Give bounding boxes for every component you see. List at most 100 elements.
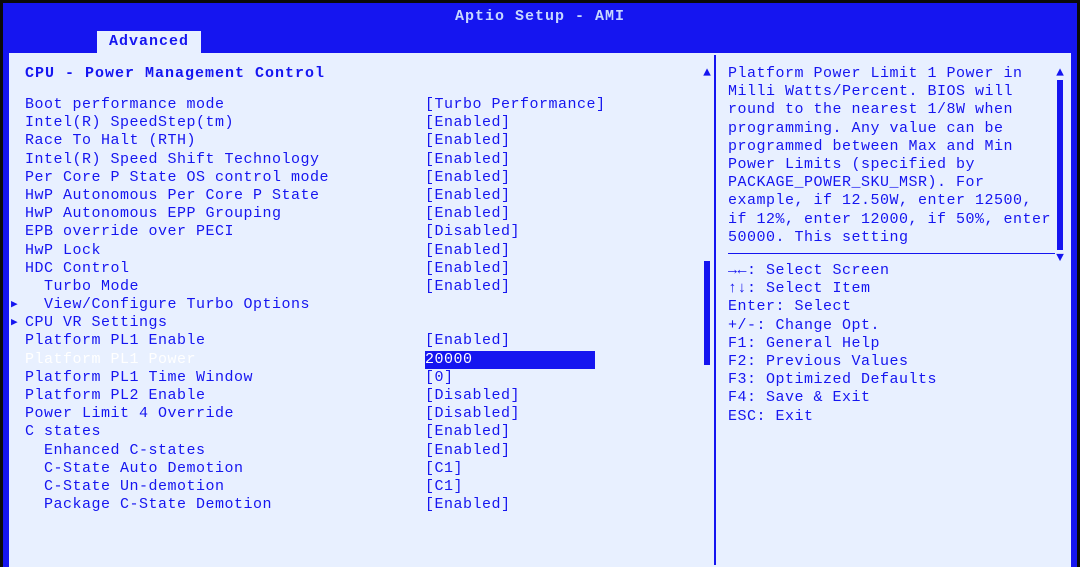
setting-label: HwP Autonomous EPP Grouping (25, 205, 425, 223)
scroll-up-icon[interactable]: ▲ (1056, 65, 1064, 80)
settings-list: Boot performance mode[Turbo Performance]… (25, 96, 708, 514)
setting-label: Enhanced C-states (25, 442, 425, 460)
setting-row[interactable]: CPU VR Settings▶ (25, 314, 708, 332)
legend-line: F3: Optimized Defaults (728, 371, 1055, 389)
setting-value: [Enabled] (425, 151, 595, 169)
setting-value: [Enabled] (425, 423, 595, 441)
scroll-up-icon[interactable]: ▲ (703, 65, 711, 80)
section-title: CPU - Power Management Control (25, 65, 708, 82)
setting-row[interactable]: Platform PL1 Time Window[0] (25, 369, 708, 387)
setting-label: Race To Halt (RTH) (25, 132, 425, 150)
setting-value: [Disabled] (425, 223, 595, 241)
setting-row[interactable]: C states[Enabled] (25, 423, 708, 441)
setting-label: C-State Auto Demotion (25, 460, 425, 478)
setting-label: Platform PL1 Time Window (25, 369, 425, 387)
setting-label: Turbo Mode (25, 278, 425, 296)
setting-value: [Turbo Performance] (425, 96, 595, 114)
setting-value: [Enabled] (425, 114, 595, 132)
setting-row[interactable]: Race To Halt (RTH)[Enabled] (25, 132, 708, 150)
setting-row[interactable]: View/Configure Turbo Options▶ (25, 296, 708, 314)
legend-line: Enter: Select (728, 298, 1055, 316)
scrollbar-left[interactable]: ▲ (702, 65, 712, 555)
setting-value: [0] (425, 369, 595, 387)
setting-row[interactable]: C-State Un-demotion[C1] (25, 478, 708, 496)
title-text: Aptio Setup - AMI (455, 8, 625, 25)
legend-line: ESC: Exit (728, 408, 1055, 426)
setting-label: HDC Control (25, 260, 425, 278)
tab-label: Advanced (109, 33, 189, 50)
setting-row[interactable]: Platform PL1 Power20000 (25, 351, 708, 369)
setting-row[interactable]: Platform PL1 Enable[Enabled] (25, 332, 708, 350)
setting-value: [Enabled] (425, 278, 595, 296)
scroll-thumb[interactable] (1057, 80, 1063, 250)
setting-label: EPB override over PECI (25, 223, 425, 241)
scroll-track[interactable] (1057, 80, 1063, 250)
key-legend: →←: Select Screen↑↓: Select ItemEnter: S… (728, 262, 1055, 555)
settings-pane[interactable]: CPU - Power Management Control Boot perf… (11, 55, 716, 565)
setting-row[interactable]: Turbo Mode[Enabled] (25, 278, 708, 296)
submenu-caret-icon: ▶ (11, 296, 18, 314)
tab-advanced[interactable]: Advanced (97, 31, 201, 53)
setting-label: Package C-State Demotion (25, 496, 425, 514)
help-pane: Platform Power Limit 1 Power in Milli Wa… (716, 55, 1069, 565)
setting-label: Platform PL2 Enable (25, 387, 425, 405)
setting-row[interactable]: HwP Lock[Enabled] (25, 242, 708, 260)
setting-row[interactable]: C-State Auto Demotion[C1] (25, 460, 708, 478)
scrollbar-right[interactable]: ▲ ▼ (1055, 65, 1065, 265)
setting-value: [Enabled] (425, 205, 595, 223)
setting-value: [Enabled] (425, 169, 595, 187)
setting-label: Per Core P State OS control mode (25, 169, 425, 187)
legend-line: +/-: Change Opt. (728, 317, 1055, 335)
separator (728, 253, 1055, 254)
setting-label: HwP Autonomous Per Core P State (25, 187, 425, 205)
setting-label: Boot performance mode (25, 96, 425, 114)
setting-value: [Enabled] (425, 496, 595, 514)
setting-value: [Enabled] (425, 132, 595, 150)
setting-label: Platform PL1 Power (25, 351, 425, 369)
legend-line: F1: General Help (728, 335, 1055, 353)
setting-label: Intel(R) Speed Shift Technology (25, 151, 425, 169)
setting-value: [C1] (425, 460, 595, 478)
main-frame: CPU - Power Management Control Boot perf… (9, 53, 1071, 567)
setting-label: Intel(R) SpeedStep(tm) (25, 114, 425, 132)
setting-value: [Enabled] (425, 442, 595, 460)
help-text: Platform Power Limit 1 Power in Milli Wa… (728, 65, 1055, 247)
setting-value (425, 314, 595, 332)
title-bar: Aptio Setup - AMI (3, 3, 1077, 31)
setting-row[interactable]: Intel(R) Speed Shift Technology[Enabled] (25, 151, 708, 169)
setting-value: 20000 (425, 351, 595, 369)
setting-row[interactable]: HwP Autonomous EPP Grouping[Enabled] (25, 205, 708, 223)
scroll-down-icon[interactable]: ▼ (1056, 250, 1064, 265)
bios-window: Aptio Setup - AMI Advanced CPU - Power M… (3, 3, 1077, 567)
tab-row: Advanced (3, 31, 1077, 53)
setting-value: [Disabled] (425, 405, 595, 423)
setting-row[interactable]: Enhanced C-states[Enabled] (25, 442, 708, 460)
setting-label: C-State Un-demotion (25, 478, 425, 496)
setting-row[interactable]: HDC Control[Enabled] (25, 260, 708, 278)
legend-line: →←: Select Screen (728, 262, 1055, 280)
scroll-track[interactable] (704, 80, 710, 555)
setting-label: Platform PL1 Enable (25, 332, 425, 350)
setting-row[interactable]: Boot performance mode[Turbo Performance] (25, 96, 708, 114)
legend-line: F4: Save & Exit (728, 389, 1055, 407)
setting-row[interactable]: EPB override over PECI[Disabled] (25, 223, 708, 241)
legend-line: F2: Previous Values (728, 353, 1055, 371)
setting-row[interactable]: Package C-State Demotion[Enabled] (25, 496, 708, 514)
setting-value: [Disabled] (425, 387, 595, 405)
setting-label: HwP Lock (25, 242, 425, 260)
setting-row[interactable]: Per Core P State OS control mode[Enabled… (25, 169, 708, 187)
setting-value: [Enabled] (425, 332, 595, 350)
setting-label: CPU VR Settings (25, 314, 425, 332)
setting-row[interactable]: Power Limit 4 Override[Disabled] (25, 405, 708, 423)
legend-line: ↑↓: Select Item (728, 280, 1055, 298)
setting-row[interactable]: Platform PL2 Enable[Disabled] (25, 387, 708, 405)
setting-label: C states (25, 423, 425, 441)
setting-row[interactable]: Intel(R) SpeedStep(tm)[Enabled] (25, 114, 708, 132)
submenu-caret-icon: ▶ (11, 314, 18, 332)
setting-label: View/Configure Turbo Options (25, 296, 425, 314)
setting-row[interactable]: HwP Autonomous Per Core P State[Enabled] (25, 187, 708, 205)
setting-value (425, 296, 595, 314)
setting-value: [Enabled] (425, 242, 595, 260)
setting-value: [Enabled] (425, 187, 595, 205)
scroll-thumb[interactable] (704, 261, 710, 366)
